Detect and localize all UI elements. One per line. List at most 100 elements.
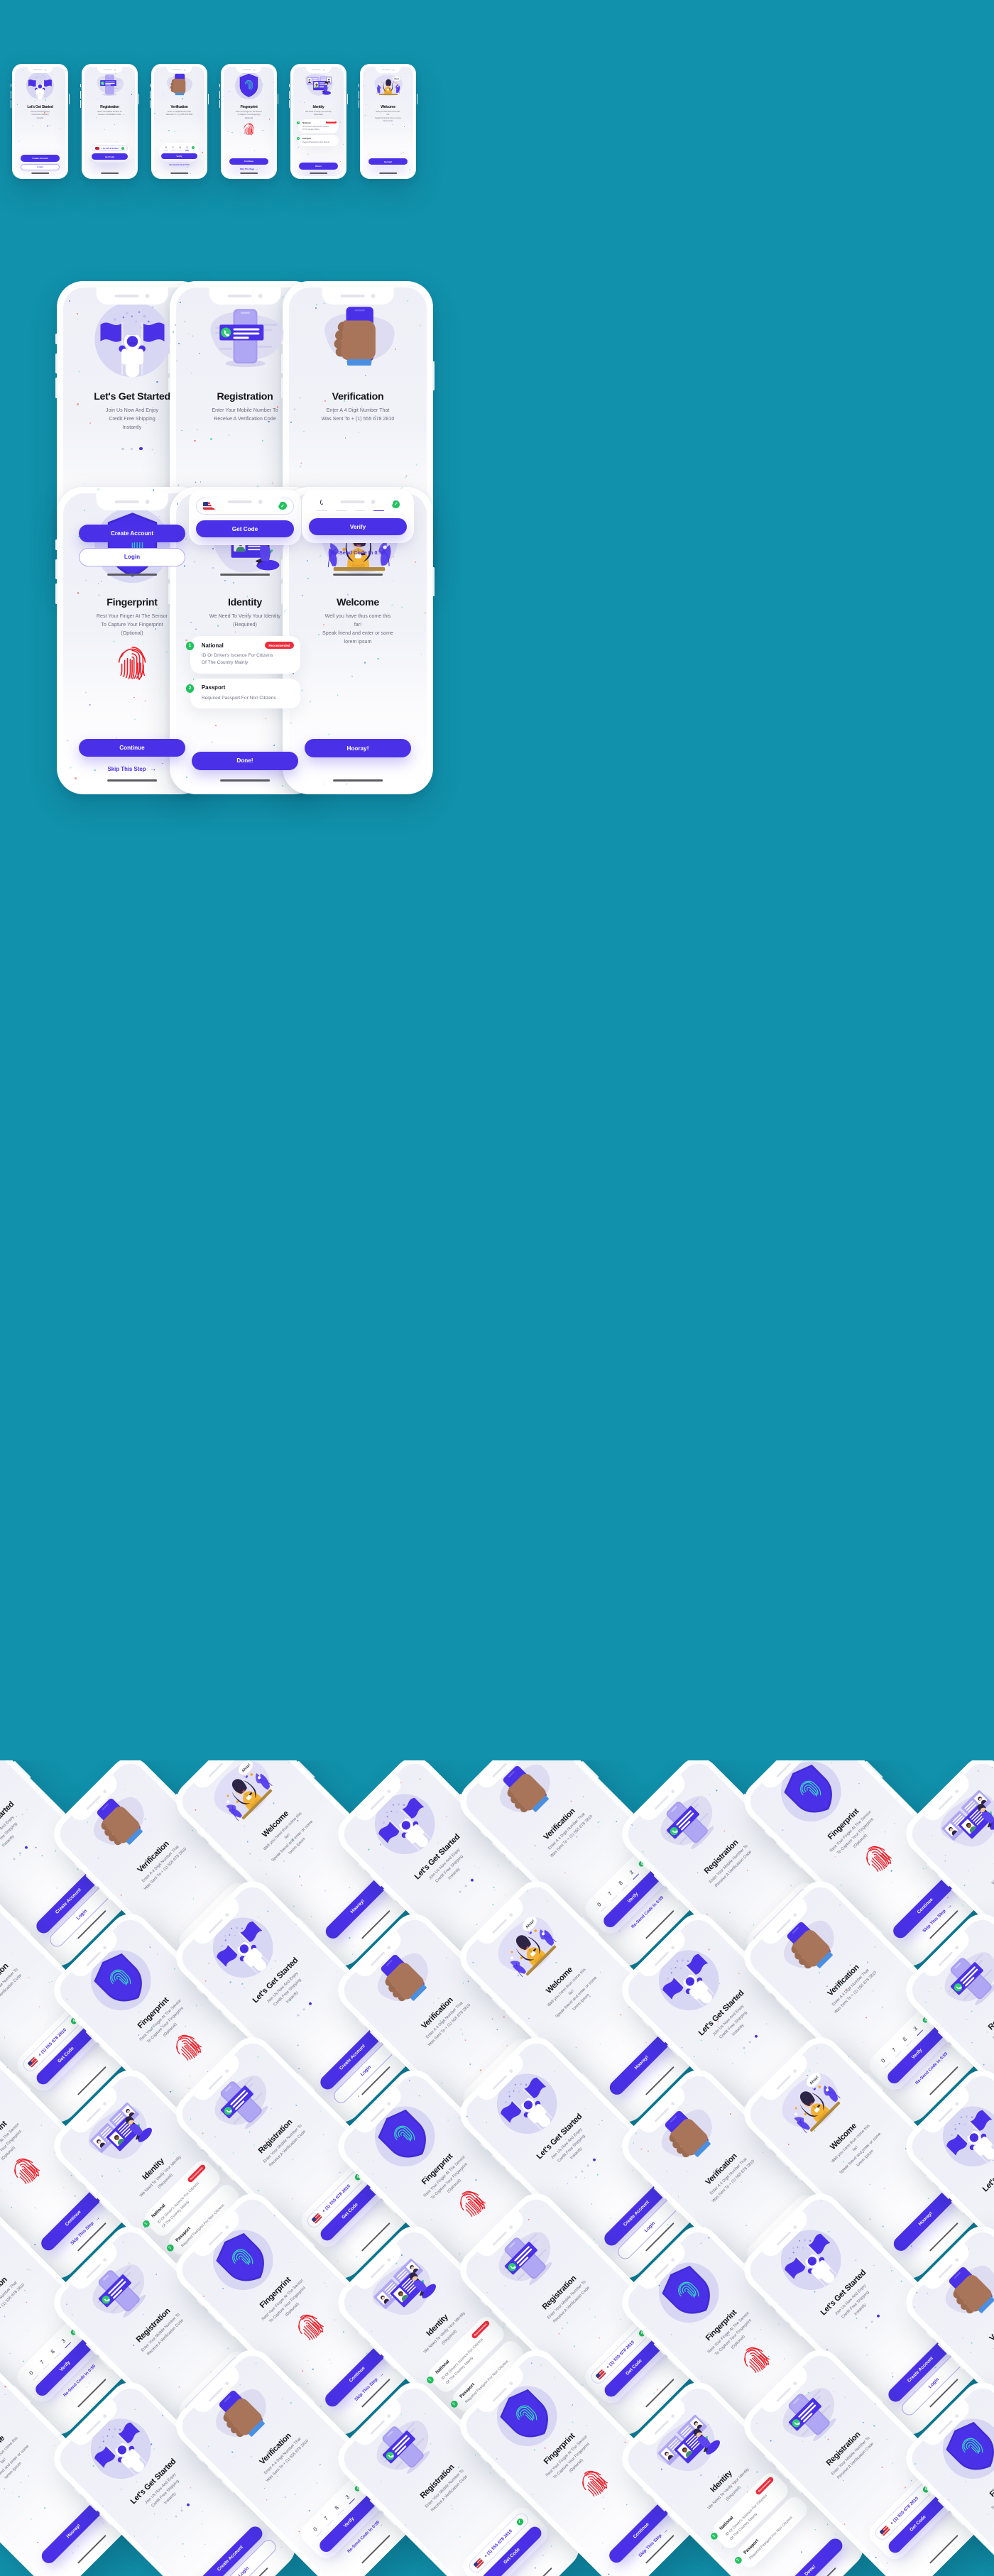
get-code-button[interactable]: Get Code: [196, 520, 294, 538]
resend-code-link[interactable]: Re-Send Code In 0:59: [170, 164, 190, 166]
pager-dot[interactable]: [18, 1852, 22, 1855]
earpiece-speaker-icon: [227, 500, 253, 503]
pager-dot[interactable]: [743, 2046, 746, 2049]
onboarding-pager[interactable]: [175, 2503, 190, 2518]
pager-dot[interactable]: [308, 2002, 312, 2006]
pager-dot[interactable]: [865, 2326, 868, 2329]
phone-notch: [96, 287, 168, 305]
otp-digit[interactable]: 8: [178, 146, 182, 150]
pager-dot[interactable]: [175, 2515, 178, 2518]
pager-dot[interactable]: [754, 2034, 758, 2039]
onboarding-pager[interactable]: [743, 2034, 758, 2049]
phone-volume-down-button: [55, 583, 58, 604]
pager-dot[interactable]: [876, 2314, 880, 2318]
login-button[interactable]: Login: [21, 163, 60, 170]
pager-dot[interactable]: [581, 2170, 584, 2173]
otp-digit[interactable]: 3: [185, 146, 190, 150]
pager-dot[interactable]: [121, 447, 124, 450]
otp-digit[interactable]: 7: [171, 146, 175, 150]
otp-digit[interactable]: 0: [164, 146, 168, 150]
onboarding-pager[interactable]: [297, 2002, 312, 2017]
pager-dot[interactable]: [180, 2509, 184, 2512]
hooray-button[interactable]: Hooray!: [305, 739, 411, 757]
continue-button[interactable]: Continue: [79, 738, 185, 757]
identity-option[interactable]: 2 Passport Required Passport For Non Cit…: [185, 679, 300, 709]
otp-digit[interactable]: 8: [616, 1878, 629, 1891]
otp-digit[interactable]: 0: [594, 1900, 607, 1913]
verify-button[interactable]: Verify: [161, 153, 197, 160]
done-button[interactable]: Done!: [299, 163, 338, 170]
pager-dot[interactable]: [130, 447, 133, 450]
pager-dot[interactable]: [46, 125, 48, 127]
identity-option-description: Required Passport For Non Citizens: [201, 695, 276, 701]
page-subtitle: Well you have thus come thisfar!Speak fr…: [547, 1968, 599, 2019]
otp-input-group[interactable]: 0 7 8 3 ✓: [161, 145, 197, 150]
hooray-button[interactable]: Hooray!: [368, 158, 408, 165]
onboarding-pager[interactable]: [865, 2314, 880, 2329]
pager-dot[interactable]: [748, 2041, 752, 2044]
login-button[interactable]: Login: [79, 548, 185, 566]
pager-dot[interactable]: [459, 1890, 462, 1893]
pager-dot[interactable]: [302, 2008, 306, 2011]
page-title: Fingerprint: [240, 104, 258, 109]
otp-digit-value: 7: [890, 2046, 897, 2054]
done-button[interactable]: Done!: [775, 2536, 846, 2576]
otp-digit[interactable]: 3: [58, 2335, 72, 2349]
otp-digit[interactable]: 7: [37, 2357, 50, 2370]
otp-digit[interactable]: 3: [342, 2492, 356, 2505]
pager-dot[interactable]: [24, 1846, 28, 1850]
home-indicator: [100, 172, 119, 174]
otp-digit-value: 7: [322, 2515, 329, 2522]
otp-digit[interactable]: 8: [900, 2034, 913, 2047]
onboarding-pager[interactable]: [581, 2158, 596, 2173]
otp-digit[interactable]: 3: [910, 2023, 924, 2037]
onboarding-pager[interactable]: [13, 1846, 28, 1860]
otp-digit[interactable]: 0: [310, 2524, 323, 2538]
onboarding-pager[interactable]: [121, 447, 143, 451]
skip-step-link[interactable]: Skip This Step →: [240, 168, 258, 170]
pager-dot[interactable]: [586, 2164, 590, 2167]
front-camera-icon: [508, 1760, 513, 1762]
otp-digit[interactable]: 3: [626, 1867, 640, 1880]
phone-volume-up-button: [55, 559, 58, 579]
otp-digit[interactable]: 0: [26, 2368, 39, 2382]
onboarding-pager[interactable]: [32, 125, 48, 127]
home-indicator: [170, 172, 189, 174]
otp-digit[interactable]: 0: [878, 2056, 891, 2069]
otp-digit-value: 8: [49, 2348, 56, 2355]
identity-option[interactable]: 1 National Recommended ID Or Driver's Is…: [296, 119, 339, 133]
otp-digit[interactable]: 8: [48, 2346, 61, 2359]
pager-dot[interactable]: [13, 1858, 16, 1860]
otp-digit[interactable]: 8: [332, 2502, 345, 2516]
continue-button[interactable]: Continue: [229, 158, 268, 165]
create-account-button[interactable]: Create Account: [79, 524, 185, 543]
skip-step-link[interactable]: Skip This Step →: [108, 765, 157, 773]
phone-input[interactable]: + (1) 555 678 2810 ✓: [92, 145, 128, 152]
create-account-button[interactable]: Create Account: [21, 155, 60, 162]
pager-dot[interactable]: [186, 2503, 190, 2507]
resend-code-link[interactable]: Re-Send Code In 0:59: [331, 549, 385, 556]
identity-option[interactable]: 1 National Recommended ID Or Driver's Is…: [185, 636, 300, 674]
identity-option[interactable]: 2 Passport Required Passport For Non Cit…: [296, 135, 339, 147]
done-button[interactable]: Done!: [192, 752, 298, 770]
otp-digit[interactable]: 7: [605, 1888, 618, 1902]
pager-dot[interactable]: [464, 1885, 468, 1887]
pager-dot[interactable]: [870, 2320, 874, 2323]
fingerprint-scan-icon[interactable]: [243, 121, 255, 141]
front-camera-icon: [954, 1945, 959, 1951]
otp-digit[interactable]: 7: [321, 2513, 334, 2526]
verify-button[interactable]: Verify: [309, 518, 407, 536]
get-code-button[interactable]: Get Code: [92, 153, 128, 160]
fingerprint-scan-icon[interactable]: [116, 642, 148, 689]
pager-dot[interactable]: [297, 2014, 300, 2017]
page-subtitle: Well you have thus come thisfar!Speak fr…: [0, 2436, 31, 2487]
pager-dot[interactable]: [470, 1878, 474, 1882]
phone-screen-identity: ++✓+✓✓ Identit: [293, 67, 344, 176]
onboarding-pager[interactable]: [459, 1878, 474, 1893]
pager-dot[interactable]: [592, 2158, 596, 2162]
fingerprint-illustration: [235, 72, 263, 100]
skip-step-label: Skip This Step: [239, 168, 254, 171]
pager-dot[interactable]: [139, 447, 143, 451]
front-camera-icon: [670, 2257, 675, 2263]
otp-digit[interactable]: 7: [889, 2044, 902, 2058]
